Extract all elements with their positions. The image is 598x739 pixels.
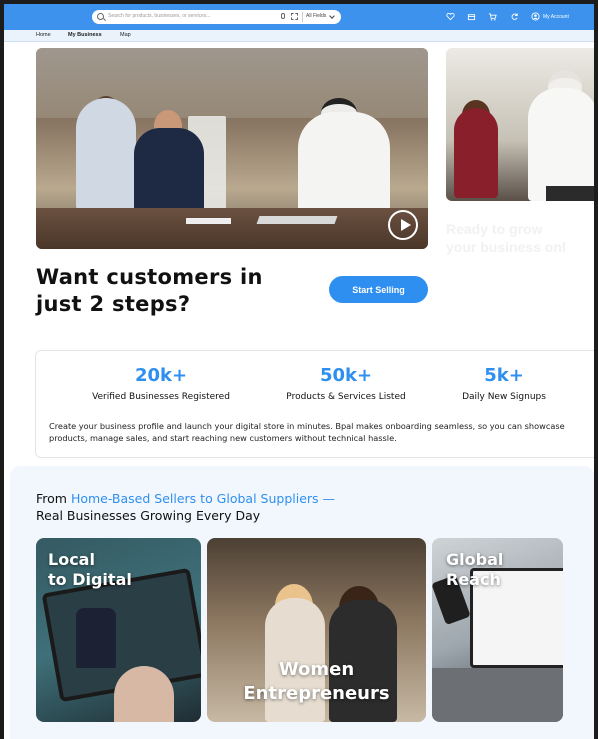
- stat-signups: 5k+ Daily New Signups: [429, 365, 579, 402]
- stats-description: Create your business profile and launch …: [49, 421, 565, 443]
- chevron-down-icon[interactable]: [329, 13, 335, 19]
- search-bar[interactable]: Search for products, businesses, or serv…: [92, 10, 341, 24]
- stat-value: 5k+: [484, 365, 524, 386]
- card-title: Local to Digital: [48, 550, 132, 590]
- growth-title: From Home-Based Sellers to Global Suppli…: [36, 491, 335, 506]
- hero-table: [36, 208, 428, 249]
- card-title-line1: Women: [278, 659, 355, 680]
- card-title: Women Entrepreneurs: [207, 658, 426, 706]
- stat-businesses: 20k+ Verified Businesses Registered: [81, 365, 241, 402]
- nav-item-map[interactable]: Map: [120, 32, 131, 38]
- nav-item-my-business[interactable]: My Business: [68, 32, 102, 38]
- search-divider: [302, 12, 303, 22]
- growth-subtitle: Real Businesses Growing Every Day: [36, 508, 261, 523]
- page: Search for products, businesses, or serv…: [4, 4, 594, 739]
- box-icon[interactable]: [467, 12, 476, 21]
- top-bar: Search for products, businesses, or serv…: [4, 4, 594, 30]
- side-person-man: [528, 88, 594, 201]
- card-local-to-digital[interactable]: Local to Digital: [36, 538, 201, 722]
- search-icon: [97, 13, 104, 20]
- stat-value: 20k+: [134, 365, 188, 386]
- hero-person-woman: [76, 98, 136, 213]
- user-icon: [531, 12, 540, 21]
- card-global-reach[interactable]: Global Reach: [432, 538, 563, 722]
- stat-products: 50k+ Products & Services Listed: [266, 365, 426, 402]
- card-keyboard: [432, 668, 563, 722]
- growth-title-prefix: From: [36, 491, 71, 506]
- card-title-line2: to Digital: [48, 570, 132, 589]
- stat-label: Daily New Signups: [462, 392, 546, 402]
- hero-laptop: [256, 216, 338, 224]
- hero-image: [36, 48, 428, 249]
- card-hand: [114, 666, 174, 722]
- side-person-girl: [454, 108, 498, 198]
- account-button[interactable]: My Account: [531, 12, 569, 21]
- filter-dropdown[interactable]: All Fields: [306, 13, 326, 19]
- side-carousel-image[interactable]: [446, 48, 594, 201]
- hero-paper: [186, 218, 231, 224]
- refresh-icon[interactable]: [510, 12, 519, 21]
- start-selling-button[interactable]: Start Selling: [329, 276, 428, 303]
- card-jacket: [76, 608, 116, 668]
- account-label: My Account: [543, 13, 569, 20]
- stat-label: Verified Businesses Registered: [92, 392, 230, 402]
- play-icon[interactable]: [388, 210, 418, 240]
- side-laptop: [546, 186, 594, 201]
- card-title-line1: Global: [446, 550, 504, 569]
- hero-person-man: [134, 128, 204, 218]
- side-carousel-text-1: Ready to grow: [446, 221, 543, 237]
- microphone-icon[interactable]: [281, 13, 285, 19]
- cart-icon[interactable]: [488, 12, 497, 21]
- heart-icon[interactable]: [446, 12, 455, 21]
- scan-icon[interactable]: [291, 13, 298, 20]
- card-title-line1: Local: [48, 550, 95, 569]
- cta-headline: Want customers in just 2 steps?: [36, 265, 263, 316]
- card-title: Global Reach: [446, 550, 503, 590]
- stats-card: 20k+ Verified Businesses Registered 50k+…: [35, 350, 594, 458]
- card-women-entrepreneurs[interactable]: Women Entrepreneurs: [207, 538, 426, 722]
- stat-value: 50k+: [319, 365, 373, 386]
- card-title-line2: Reach: [446, 570, 501, 589]
- side-carousel-text-2: your business onl: [446, 239, 566, 255]
- stat-label: Products & Services Listed: [286, 392, 406, 402]
- card-title-line2: Entrepreneurs: [243, 683, 390, 704]
- growth-title-highlight: Home-Based Sellers to Global Suppliers —: [70, 491, 336, 506]
- nav-item-home[interactable]: Home: [36, 32, 51, 38]
- search-input[interactable]: Search for products, businesses, or serv…: [108, 13, 211, 19]
- main-nav: Home My Business Map: [4, 30, 594, 42]
